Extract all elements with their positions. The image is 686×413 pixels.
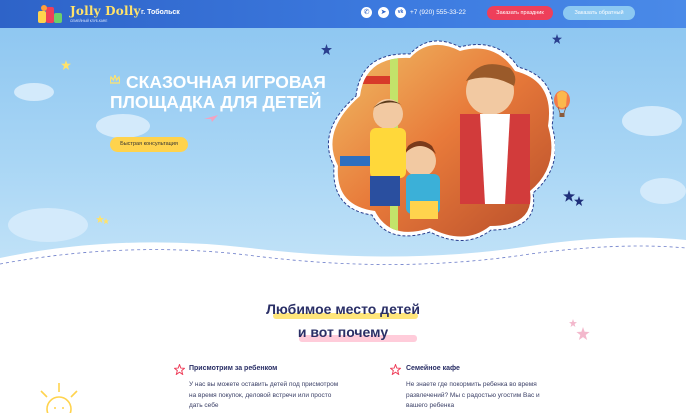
feature-text: У нас вы можете оставить детей под присм… [189,381,339,409]
logo-tagline: СЕМЕЙНЫЙ КЛУБ-КАФЕ [70,19,108,23]
vk-icon[interactable]: vk [395,7,406,18]
callback-button[interactable]: Заказать обратный [563,6,635,20]
hero-title: СКАЗОЧНАЯ ИГРОВАЯ ПЛОЩАДКА ДЛЯ ДЕТЕЙ [110,72,326,112]
why-us-section: Любимое место детей и вот почему Присмот… [0,273,686,413]
hero-wave [0,237,686,273]
city-label[interactable]: г. Тобольск [141,9,180,16]
pink-stars-icon [569,319,590,340]
telegram-icon[interactable]: ➤ [378,7,389,18]
airplane-icon [204,115,218,122]
cloud-decoration [14,83,54,101]
cloud-decoration [96,114,150,138]
cloud-decoration [640,178,686,204]
kids-photo [327,40,555,241]
hero-section: СКАЗОЧНАЯ ИГРОВАЯ ПЛОЩАДКА ДЛЯ ДЕТЕЙ Быс… [0,28,686,273]
logo-name[interactable]: Jolly Dolly [70,4,141,18]
section-heading-line1: Любимое место детей [266,301,420,317]
feature-title: Присмотрим за ребенком [189,365,278,372]
hot-air-balloon-icon [554,90,570,117]
order-party-button[interactable]: Заказать праздник [487,6,553,20]
star-outline-icon [174,364,185,375]
stars-decoration-icon [563,190,584,206]
site-header: Jolly Dolly СЕМЕЙНЫЙ КЛУБ-КАФЕ г. Тоболь… [0,0,686,28]
sun-icon [40,383,78,413]
phone-number[interactable]: +7 (920) 555-33-22 [410,9,466,16]
star-outline-icon [390,364,401,375]
feature-text: Не знаете где покормить ребенка во время… [406,381,540,409]
cloud-decoration [622,106,682,136]
star-icon [61,60,71,70]
logo-icon[interactable] [38,5,66,23]
whatsapp-icon[interactable]: ✆ [361,7,372,18]
quick-consultation-button[interactable]: Быстрая консультация [110,137,188,152]
feature-title: Семейное кафе [406,365,460,372]
